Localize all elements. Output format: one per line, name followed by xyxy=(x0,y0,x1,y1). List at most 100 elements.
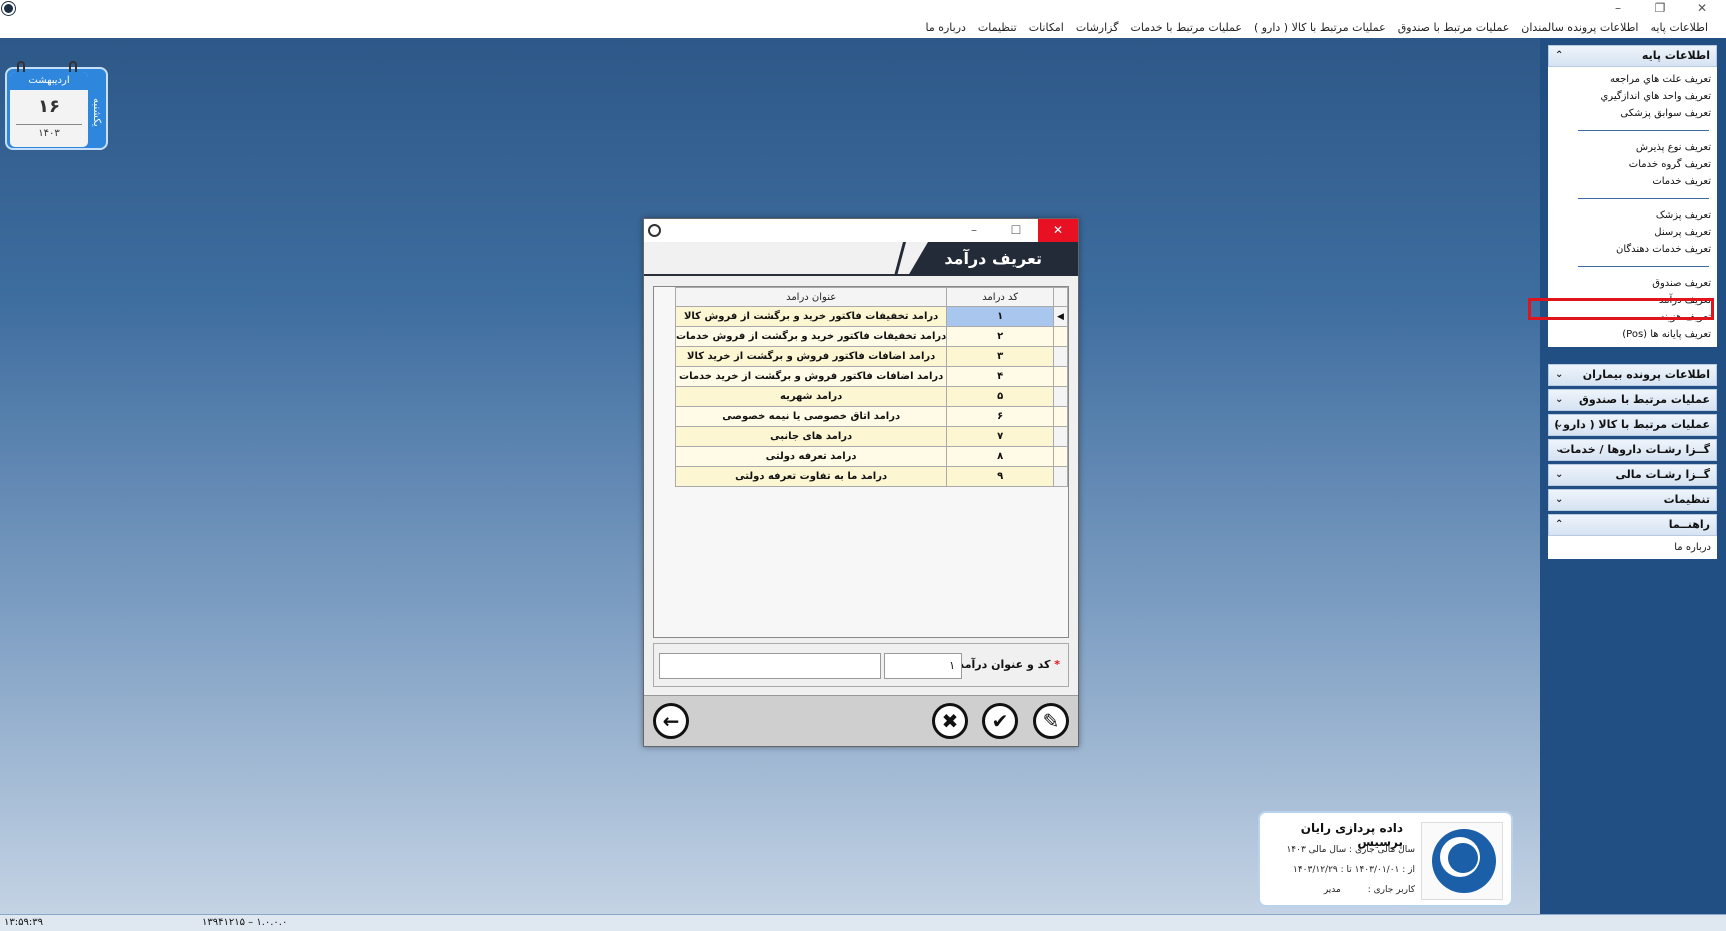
table-row[interactable]: ۹ درامد ما به تفاوت تعرفه دولتی xyxy=(674,466,1069,487)
cell-title[interactable]: درامد تخفیفات فاکتور خرید و برگشت از فرو… xyxy=(674,326,948,347)
sidebar-item-admission-type[interactable]: تعریف نوع پذیرش xyxy=(1548,139,1717,156)
sidebar-item-personnel[interactable]: تعریف پرسنل xyxy=(1548,224,1717,241)
row-indicator xyxy=(1052,446,1069,467)
sidebar-item-cashbox[interactable]: تعریف صندوق xyxy=(1548,275,1717,292)
cell-code[interactable]: ۱ xyxy=(946,306,1054,327)
cell-title[interactable]: درامد اتاق خصوصی یا نیمه خصوصی xyxy=(674,406,948,427)
income-title-field[interactable] xyxy=(659,653,881,679)
row-indicator xyxy=(1052,426,1069,447)
cell-code[interactable]: ۷ xyxy=(946,426,1054,447)
sidebar-header-goods-ops[interactable]: عملیات مرتبط با کالا ( دارو ) ⌄ xyxy=(1548,414,1717,436)
sidebar-header-financial-reports[interactable]: گــزا رشـات مالی ⌄ xyxy=(1548,464,1717,486)
sidebar-item-doctor[interactable]: تعریف پزشک xyxy=(1548,207,1717,224)
cell-title[interactable]: درامد شهریه xyxy=(674,386,948,407)
table-row[interactable]: ۸ درامد تعرفه دولتی xyxy=(674,446,1069,467)
sidebar-item-about[interactable]: درباره ما xyxy=(1548,536,1717,559)
column-header-code[interactable]: کد درامد xyxy=(946,287,1054,307)
sidebar-item-services[interactable]: تعریف خدمات xyxy=(1548,173,1717,190)
table-row[interactable]: ۶ درامد اتاق خصوصی یا نیمه خصوصی xyxy=(674,406,1069,427)
table-row[interactable]: ۲ درامد تخفیفات فاکتور خرید و برگشت از ف… xyxy=(674,326,1069,347)
status-bar: ۱۳:۵۹:۳۹ ۱۳۹۴۱۲۱۵ – ۱.۰.۰.۰ xyxy=(0,914,1726,931)
sidebar-divider xyxy=(1578,266,1709,267)
chevron-down-icon[interactable]: ⌄ xyxy=(1555,415,1563,435)
chevron-down-icon[interactable]: ⌄ xyxy=(1555,390,1563,410)
edit-pencil-icon[interactable]: ✎ xyxy=(1033,703,1069,739)
menu-services-ops[interactable]: عملیات مرتبط با خدمات xyxy=(1124,21,1247,34)
status-time: ۱۳:۵۹:۳۹ xyxy=(4,917,43,928)
table-row[interactable]: ۳ درامد اضافات فاکتور فروش و برگشت از خر… xyxy=(674,346,1069,367)
sidebar-header-drug-reports[interactable]: گــزا رشـات داروها / خدمات ⌄ xyxy=(1548,439,1717,461)
dialog-maximize-button[interactable]: ☐ xyxy=(996,219,1036,242)
cell-code[interactable]: ۶ xyxy=(946,406,1054,427)
dialog-app-icon xyxy=(648,224,661,237)
cell-title[interactable]: درامد تخفیفات فاکتور خرید و برگشت از فرو… xyxy=(674,306,948,327)
menu-goods-ops[interactable]: عملیات مرتبط با کالا ( دارو ) xyxy=(1248,21,1392,34)
sidebar-group-financial-reports: گــزا رشـات مالی ⌄ xyxy=(1548,464,1717,486)
sidebar-group-cashbox-ops: عملیات مرتبط با صندوق ⌄ xyxy=(1548,389,1717,411)
menu-settings[interactable]: تنظیمات xyxy=(972,21,1023,34)
menu-reports[interactable]: گزارشات xyxy=(1070,21,1125,34)
sidebar-item-service-providers[interactable]: تعریف خدمات دهندگان xyxy=(1548,241,1717,258)
app-logo-icon xyxy=(2,2,15,15)
sidebar-header-label: اطلاعات پایه xyxy=(1641,49,1710,62)
cell-title[interactable]: درامد اضافات فاکتور فروش و برگشت از خرید… xyxy=(674,346,948,367)
minimize-window-button[interactable]: – xyxy=(1598,0,1638,17)
cell-code[interactable]: ۵ xyxy=(946,386,1054,407)
income-grid: کد درامد عنوان درامد ◀ ۱ درامد تخفیفات ف… xyxy=(653,286,1069,638)
sidebar-group-goods-ops: عملیات مرتبط با کالا ( دارو ) ⌄ xyxy=(1548,414,1717,436)
sidebar-item-units[interactable]: تعریف واحد هاي اندازگیري xyxy=(1548,88,1717,105)
cell-title[interactable]: درامد تعرفه دولتی xyxy=(674,446,948,467)
menu-base-info[interactable]: اطلاعات پایه xyxy=(1644,21,1714,34)
sidebar-header-cashbox-ops[interactable]: عملیات مرتبط با صندوق ⌄ xyxy=(1548,389,1717,411)
table-row[interactable]: ۴ درامد اضافات فاکتور فروش و برگشت از خر… xyxy=(674,366,1069,387)
menu-tools[interactable]: امکانات xyxy=(1023,21,1070,34)
sidebar-header-settings[interactable]: تنظیمات ⌄ xyxy=(1548,489,1717,511)
chevron-down-icon[interactable]: ⌄ xyxy=(1555,440,1563,460)
table-row[interactable]: ◀ ۱ درامد تخفیفات فاکتور خرید و برگشت از… xyxy=(674,306,1069,327)
column-header-title[interactable]: عنوان درامد xyxy=(674,287,948,307)
sidebar-divider xyxy=(1578,130,1709,131)
close-window-button[interactable]: ✕ xyxy=(1682,0,1722,17)
sidebar-header-help[interactable]: راهنــما ⌃ xyxy=(1548,514,1717,536)
back-arrow-icon[interactable]: ← xyxy=(653,703,689,739)
sidebar-header-label: عملیات مرتبط با کالا ( دارو ) xyxy=(1554,418,1710,431)
chevron-up-icon[interactable]: ⌃ xyxy=(1555,515,1563,535)
cell-code[interactable]: ۴ xyxy=(946,366,1054,387)
table-row[interactable]: ۵ درامد شهریه xyxy=(674,386,1069,407)
cancel-x-icon[interactable]: ✖ xyxy=(932,703,968,739)
cell-code[interactable]: ۸ xyxy=(946,446,1054,467)
fiscal-range: از : ۱۴۰۳/۰۱/۰۱ تا : ۱۴۰۳/۱۲/۲۹ xyxy=(1293,865,1415,875)
fiscal-year-value: سال مالی ۱۴۰۳ xyxy=(1286,845,1347,855)
restore-window-button[interactable]: ❐ xyxy=(1640,0,1680,17)
row-indicator xyxy=(1052,386,1069,407)
chevron-down-icon[interactable]: ⌄ xyxy=(1555,490,1563,510)
income-code-field[interactable]: ۱ xyxy=(884,653,962,679)
sidebar-divider xyxy=(1578,198,1709,199)
dialog-minimize-button[interactable]: – xyxy=(954,219,994,242)
sidebar-header-patient-records[interactable]: اطلاعات پرونده بیماران ⌄ xyxy=(1548,364,1717,386)
calendar-widget: اردیبهشت ۱۶ ۱۴۰۳ یکشنبه xyxy=(5,61,108,150)
menu-about[interactable]: درباره ما xyxy=(919,21,971,34)
income-form: * کد و عنوان درآمد : ۱ xyxy=(653,643,1069,687)
chevron-up-icon[interactable]: ⌃ xyxy=(1555,46,1563,66)
dialog-close-button[interactable]: ✕ xyxy=(1038,219,1078,242)
cell-title[interactable]: درامد اضافات فاکتور فروش و برگشت از خرید… xyxy=(674,366,948,387)
sidebar-item-service-groups[interactable]: تعریف گروه خدمات xyxy=(1548,156,1717,173)
sidebar-item-expense[interactable]: تعریف هزینه xyxy=(1548,309,1717,326)
menu-elderly-records[interactable]: اطلاعات پرونده سالمندان xyxy=(1515,21,1644,34)
sidebar-item-medical-history[interactable]: تعریف سوابق پزشکی xyxy=(1548,105,1717,122)
sidebar-item-income[interactable]: تعریف درآمد xyxy=(1548,292,1717,309)
confirm-check-icon[interactable]: ✔ xyxy=(982,703,1018,739)
chevron-down-icon[interactable]: ⌄ xyxy=(1555,365,1563,385)
cell-code[interactable]: ۳ xyxy=(946,346,1054,367)
menu-cashbox-ops[interactable]: عملیات مرتبط با صندوق xyxy=(1392,21,1516,34)
chevron-down-icon[interactable]: ⌄ xyxy=(1555,465,1563,485)
cell-title[interactable]: درامد ما به تفاوت تعرفه دولتی xyxy=(674,466,948,487)
sidebar-item-pos-terminals[interactable]: تعریف پایانه ها (Pos) xyxy=(1548,326,1717,347)
cell-code[interactable]: ۹ xyxy=(946,466,1054,487)
sidebar-item-visit-reasons[interactable]: تعریف علت هاي مراجعه xyxy=(1548,71,1717,88)
sidebar-header-base-info[interactable]: اطلاعات پایه ⌃ xyxy=(1548,45,1717,67)
table-row[interactable]: ۷ درامد های جانبی xyxy=(674,426,1069,447)
cell-title[interactable]: درامد های جانبی xyxy=(674,426,948,447)
cell-code[interactable]: ۲ xyxy=(946,326,1054,347)
